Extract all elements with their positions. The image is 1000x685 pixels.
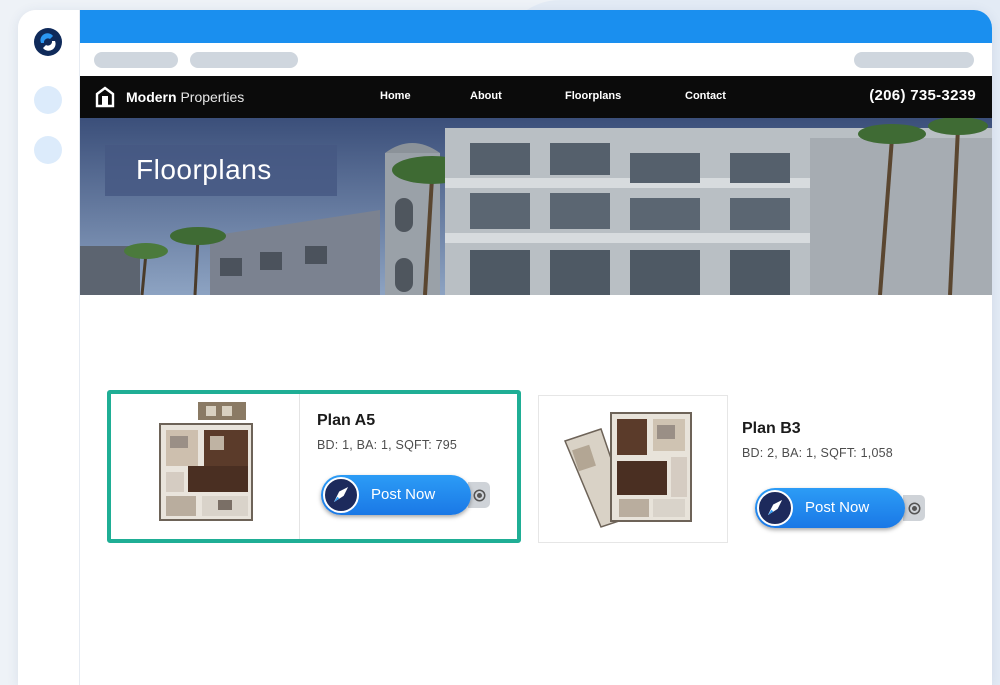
post-now-button[interactable]: Post Now [755, 488, 905, 528]
app-window: Modern Properties Home About Floorplans … [18, 10, 992, 685]
plan-name: Plan B3 [742, 420, 801, 437]
gear-icon[interactable] [903, 495, 925, 521]
browser-tab[interactable] [94, 52, 178, 68]
app-sidebar [18, 10, 80, 685]
floorplan-card[interactable] [538, 395, 728, 543]
post-now-label: Post Now [371, 486, 436, 503]
brand-name-light: Properties [176, 89, 245, 105]
browser-toolbar [80, 43, 992, 76]
browser-address-pill[interactable] [854, 52, 974, 68]
browser-tab[interactable] [190, 52, 298, 68]
browser-title-bar [80, 10, 992, 43]
floorplan-image [563, 412, 692, 528]
nav-home[interactable]: Home [380, 90, 411, 102]
floorplan-image [159, 402, 253, 521]
hero-banner: Floorplans [80, 118, 992, 295]
plan-info: Plan A5 BD: 1, BA: 1, SQFT: 795 [317, 412, 457, 452]
nav-about[interactable]: About [470, 90, 502, 102]
brand-name-bold: Modern [126, 89, 177, 105]
brand-name: Modern Properties [126, 89, 244, 105]
nav-contact[interactable]: Contact [685, 90, 726, 102]
card-divider [299, 394, 300, 539]
plan-info: Plan B3 BD: 2, BA: 1, SQFT: 1,058 [742, 420, 893, 460]
app-logo-icon[interactable] [33, 27, 63, 57]
sidebar-item[interactable] [34, 86, 62, 114]
plan-specs: BD: 1, BA: 1, SQFT: 795 [317, 438, 458, 452]
floorplan-list: Plan A5 BD: 1, BA: 1, SQFT: 795 Post Now [80, 295, 992, 685]
hero-title-box: Floorplans [105, 145, 337, 196]
post-now-label: Post Now [805, 499, 870, 516]
site-navbar: Modern Properties Home About Floorplans … [80, 76, 992, 118]
nav-floorplans[interactable]: Floorplans [565, 90, 621, 102]
plan-specs: BD: 2, BA: 1, SQFT: 1,058 [742, 446, 893, 460]
rocket-icon [323, 477, 359, 513]
gear-icon[interactable] [468, 482, 490, 508]
phone-number[interactable]: (206) 735-3239 [869, 87, 976, 104]
post-now-button[interactable]: Post Now [321, 475, 471, 515]
house-icon [95, 86, 115, 108]
sidebar-item[interactable] [34, 136, 62, 164]
rocket-icon [757, 490, 793, 526]
browser-frame: Modern Properties Home About Floorplans … [80, 10, 992, 685]
plan-name: Plan A5 [317, 412, 376, 429]
site-brand[interactable]: Modern Properties [94, 86, 244, 108]
page-title: Floorplans [136, 154, 272, 185]
floorplan-card-selected[interactable]: Plan A5 BD: 1, BA: 1, SQFT: 795 Post Now [107, 390, 521, 543]
